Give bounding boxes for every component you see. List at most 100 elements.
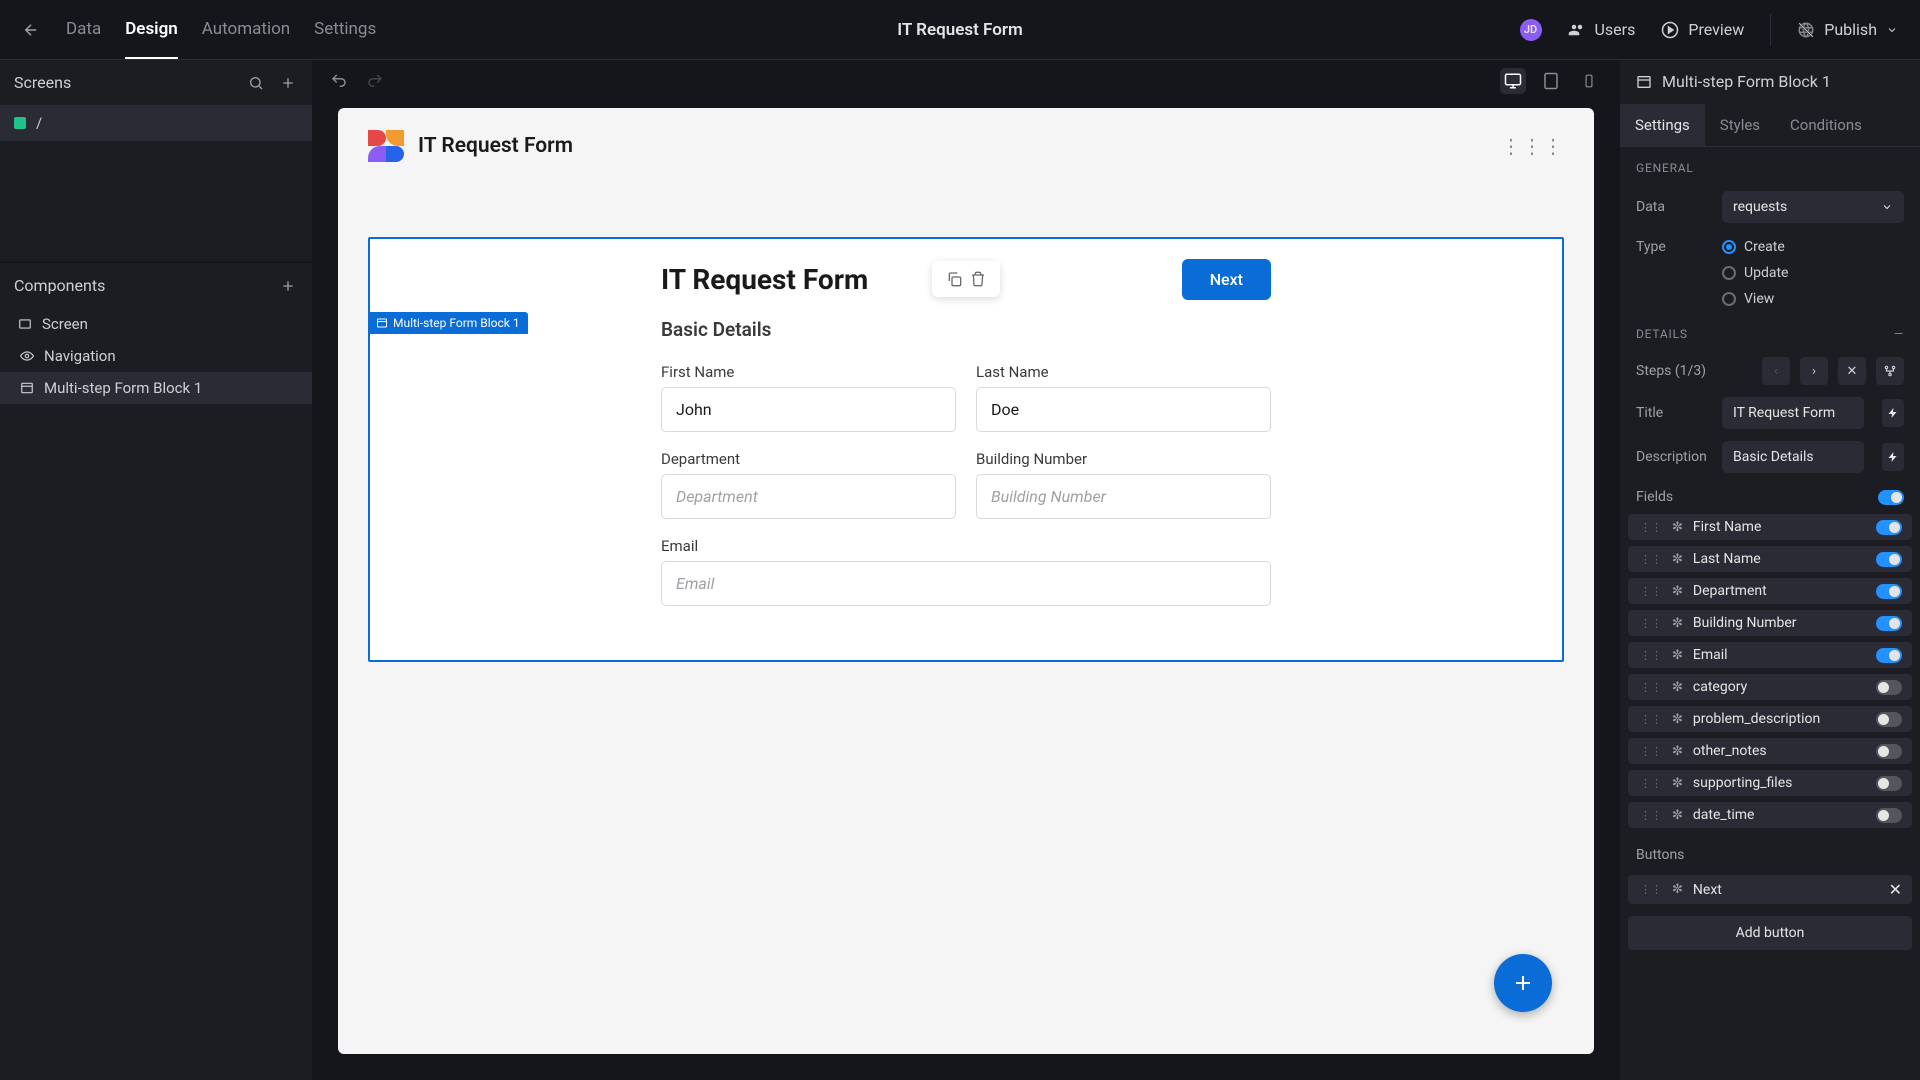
- canvas[interactable]: IT Request Form ⋮⋮⋮ Multi-step Form Bloc…: [338, 108, 1594, 1054]
- tab-styles[interactable]: Styles: [1705, 104, 1775, 146]
- field-last-name[interactable]: ⋮⋮✼Last Name: [1628, 546, 1912, 572]
- drag-icon[interactable]: ⋮⋮: [1640, 809, 1662, 822]
- email-input[interactable]: [661, 561, 1271, 606]
- nav-settings[interactable]: Settings: [314, 1, 376, 59]
- add-screen-icon[interactable]: [280, 75, 296, 91]
- gear-icon[interactable]: ✼: [1672, 680, 1683, 695]
- field-toggle[interactable]: [1876, 520, 1902, 535]
- device-tablet[interactable]: [1538, 68, 1564, 94]
- gear-icon[interactable]: ✼: [1672, 520, 1683, 535]
- tab-settings[interactable]: Settings: [1620, 104, 1705, 146]
- desc-input[interactable]: Basic Details: [1722, 441, 1864, 473]
- fields-master-toggle[interactable]: [1878, 490, 1904, 505]
- drag-grip-icon[interactable]: ⋮⋮⋮: [1501, 134, 1564, 158]
- field-toggle[interactable]: [1876, 552, 1902, 567]
- field-toggle[interactable]: [1876, 616, 1902, 631]
- redo-button[interactable]: [366, 72, 384, 90]
- title-input[interactable]: IT Request Form: [1722, 397, 1864, 429]
- drag-icon[interactable]: ⋮⋮: [1640, 617, 1662, 630]
- drag-icon[interactable]: ⋮⋮: [1640, 745, 1662, 758]
- remove-button-icon[interactable]: ✕: [1889, 880, 1902, 899]
- gear-icon[interactable]: ✼: [1672, 744, 1683, 759]
- desc-bolt[interactable]: [1882, 443, 1904, 471]
- publish-button[interactable]: Publish: [1797, 20, 1898, 39]
- undo-button[interactable]: [330, 72, 348, 90]
- field-toggle[interactable]: [1876, 808, 1902, 823]
- gear-icon[interactable]: ✼: [1672, 776, 1683, 791]
- type-create[interactable]: Create: [1722, 239, 1788, 255]
- gear-icon[interactable]: ✼: [1672, 808, 1683, 823]
- first-name-input[interactable]: [661, 387, 956, 432]
- gear-icon[interactable]: ✼: [1672, 616, 1683, 631]
- field-problem-description[interactable]: ⋮⋮✼problem_description: [1628, 706, 1912, 732]
- gear-icon[interactable]: ✼: [1672, 712, 1683, 727]
- gear-icon[interactable]: ✼: [1672, 552, 1683, 567]
- type-view[interactable]: View: [1722, 291, 1788, 307]
- field-first-name[interactable]: ⋮⋮ ✼ First Name: [1628, 514, 1912, 540]
- users-button[interactable]: Users: [1568, 20, 1636, 39]
- device-desktop[interactable]: [1500, 68, 1526, 94]
- duplicate-button[interactable]: [946, 271, 962, 287]
- field-building-number[interactable]: ⋮⋮✼Building Number: [1628, 610, 1912, 636]
- users-icon: [1568, 21, 1586, 39]
- field-toggle[interactable]: [1876, 712, 1902, 727]
- drag-icon[interactable]: ⋮⋮: [1640, 883, 1662, 896]
- field-other-notes[interactable]: ⋮⋮✼other_notes: [1628, 738, 1912, 764]
- add-step-button[interactable]: [1876, 357, 1904, 385]
- next-step-button[interactable]: ›: [1800, 357, 1828, 385]
- button-next-row[interactable]: ⋮⋮ ✼ Next ✕: [1628, 875, 1912, 904]
- title-bolt[interactable]: [1882, 399, 1904, 427]
- data-select[interactable]: requests: [1722, 191, 1904, 223]
- component-navigation[interactable]: Navigation: [0, 340, 312, 372]
- drag-icon[interactable]: ⋮⋮: [1640, 585, 1662, 598]
- drag-icon[interactable]: ⋮⋮: [1640, 777, 1662, 790]
- nav-data[interactable]: Data: [66, 1, 101, 59]
- preview-button[interactable]: Preview: [1661, 20, 1744, 39]
- field-toggle[interactable]: [1876, 648, 1902, 663]
- field-date-time[interactable]: ⋮⋮✼date_time: [1628, 802, 1912, 828]
- field-toggle[interactable]: [1876, 584, 1902, 599]
- field-toggle[interactable]: [1876, 776, 1902, 791]
- gear-icon[interactable]: ✼: [1672, 882, 1683, 897]
- delete-button[interactable]: [970, 271, 986, 287]
- top-bar: Data Design Automation Settings IT Reque…: [0, 0, 1920, 60]
- prev-step-button[interactable]: ‹: [1762, 357, 1790, 385]
- button-name: Next: [1693, 882, 1879, 898]
- search-icon[interactable]: [248, 75, 264, 91]
- gear-icon[interactable]: ✼: [1672, 648, 1683, 663]
- avatar[interactable]: JD: [1520, 19, 1542, 41]
- field-department[interactable]: ⋮⋮✼Department: [1628, 578, 1912, 604]
- collapse-icon[interactable]: —: [1894, 327, 1904, 341]
- drag-icon[interactable]: ⋮⋮: [1640, 649, 1662, 662]
- drag-icon[interactable]: ⋮⋮: [1640, 681, 1662, 694]
- nav-design[interactable]: Design: [125, 1, 178, 59]
- field-toggle[interactable]: [1876, 680, 1902, 695]
- field-email[interactable]: ⋮⋮✼Email: [1628, 642, 1912, 668]
- next-button[interactable]: Next: [1182, 259, 1271, 300]
- field-category[interactable]: ⋮⋮✼category: [1628, 674, 1912, 700]
- back-button[interactable]: [22, 21, 40, 39]
- last-name-input[interactable]: [976, 387, 1271, 432]
- device-mobile[interactable]: [1576, 68, 1602, 94]
- block-tag[interactable]: Multi-step Form Block 1: [368, 312, 528, 334]
- tab-conditions[interactable]: Conditions: [1775, 104, 1877, 146]
- screen-root[interactable]: /: [0, 105, 312, 141]
- field-toggle[interactable]: [1876, 744, 1902, 759]
- fab-add[interactable]: [1494, 954, 1552, 1012]
- field-supporting-files[interactable]: ⋮⋮✼supporting_files: [1628, 770, 1912, 796]
- drag-icon[interactable]: ⋮⋮: [1640, 713, 1662, 726]
- component-multistep-form[interactable]: Multi-step Form Block 1: [0, 372, 312, 404]
- form-block[interactable]: IT Request Form Next Basic Details First…: [368, 237, 1564, 662]
- drag-icon[interactable]: ⋮⋮: [1640, 553, 1662, 566]
- add-component-icon[interactable]: [280, 278, 296, 294]
- department-input[interactable]: [661, 474, 956, 519]
- gear-icon[interactable]: ✼: [1672, 584, 1683, 599]
- add-button[interactable]: Add button: [1628, 916, 1912, 950]
- remove-step-button[interactable]: ✕: [1838, 357, 1866, 385]
- component-screen[interactable]: Screen: [0, 308, 312, 340]
- building-input[interactable]: [976, 474, 1271, 519]
- drag-icon[interactable]: ⋮⋮: [1640, 521, 1662, 534]
- type-update[interactable]: Update: [1722, 265, 1788, 281]
- field-name: First Name: [1693, 519, 1866, 535]
- nav-automation[interactable]: Automation: [202, 1, 290, 59]
